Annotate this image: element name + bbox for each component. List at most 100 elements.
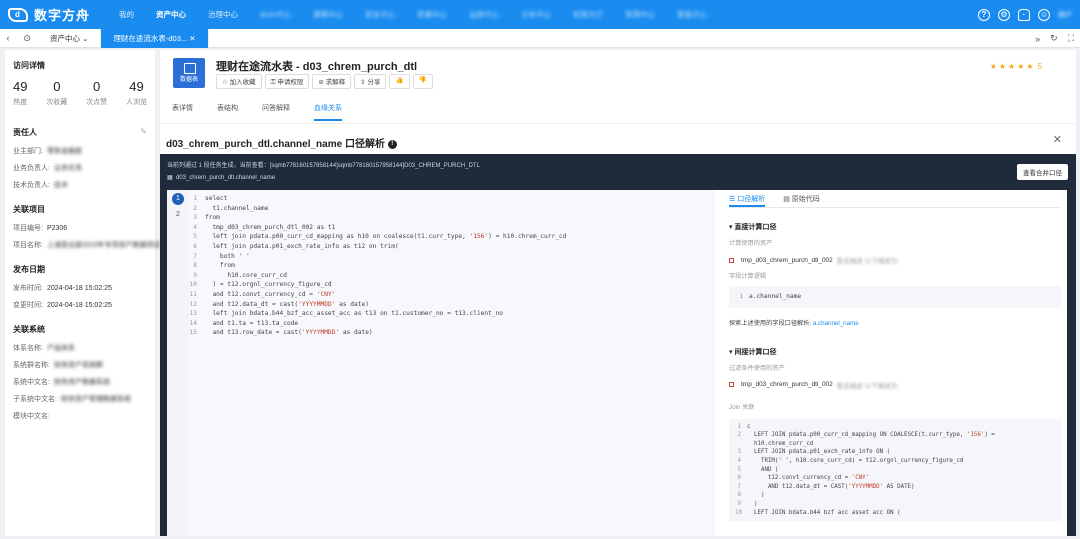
nav-item[interactable]: 资产中心: [145, 0, 197, 29]
tab-caliber-analysis[interactable]: ☰ 口径解析: [729, 194, 766, 207]
code-line: 8 from: [189, 261, 715, 271]
line-number: 11: [189, 290, 197, 298]
sql-code-view[interactable]: 1 select 2 t1.channel_name 3 from 4 tmp_d03_c…: [189, 190, 715, 536]
line-number: 10: [189, 281, 197, 289]
info-value: 业务负责: [53, 165, 82, 172]
code-line: 9 ): [735, 500, 1055, 509]
info-value: 上海营业部2023年专项资产数据项目: [46, 242, 161, 249]
line-number: [735, 440, 747, 449]
line-number: 1: [193, 195, 197, 202]
code-line: 3 LEFT JOIN pdata.p01_exch_rate_info ON …: [735, 448, 1055, 457]
logo-icon: d: [8, 7, 28, 22]
nav-item[interactable]: 质量中心: [406, 0, 458, 29]
indirect-caliber-title[interactable]: ▾ 间接计算口径: [729, 347, 1061, 357]
info-label: 模块中文名:: [13, 413, 50, 420]
user-icon[interactable]: ☺: [1038, 8, 1050, 21]
top-nav: d 数字方舟 我的 资产中心 治理中心 BI/AI中心 建模中心 研发中心 质量中心 运维中心…: [0, 0, 1080, 29]
code-line: 6 t12.convt_currency_cd = 'CNY': [735, 474, 1055, 483]
nav-item[interactable]: 权限大厅: [562, 0, 614, 29]
lineage-panel: d03_chrem_purch_dtl.channel_name 口径解析 ! …: [160, 124, 1076, 536]
join-code: 1c2 LEFT JOIN pdata.p00_curr_cd_mapping …: [729, 418, 1061, 522]
code-line: 8 ): [735, 491, 1055, 500]
code-line: 14 and t1.ta = t13.ta_code: [189, 319, 715, 329]
stat-item: 0 次收藏: [46, 79, 67, 107]
info-value: 产品体系: [46, 345, 75, 352]
owner-rows: 业主部门: 零售金融部 业务负责人: 业务负责 技术负责人: 技术: [13, 146, 147, 190]
indirect-asset-item[interactable]: tmp_d03_chrem_purch_dtl_002 暂无描述 以下描述为:: [729, 380, 1061, 390]
tab-qa[interactable]: 问答解释: [262, 103, 290, 121]
table-icon: 数据表: [173, 58, 205, 88]
column-path: ▦ d03_chrem_purch_dtl.channel_name: [167, 175, 276, 181]
tab-bar: ‹ ⊙ 资产中心 ⌄ 理财在途流水表-d03... ✕ » ↻ ⛶: [0, 28, 1080, 48]
direct-caliber-title[interactable]: ▾ 直接计算口径: [729, 222, 1061, 232]
nav-item[interactable]: 研发中心: [354, 0, 406, 29]
code-text: AND t12.data_dt = CAST('YYYYMMDD' AS DAT…: [747, 483, 915, 490]
line-number: 9: [193, 271, 197, 279]
tab-lineage[interactable]: 血缘关系: [314, 103, 342, 121]
line-number: 2: [737, 432, 742, 439]
asset-marker-icon: [729, 382, 734, 388]
home-icon[interactable]: ⊙: [16, 33, 38, 44]
info-row: 业主部门: 零售金融部: [13, 146, 147, 156]
edit-icon[interactable]: ✎: [140, 127, 147, 136]
request-explain-button[interactable]: ⊘ 求解释: [312, 74, 352, 89]
nav-item[interactable]: 智能中心: [666, 0, 718, 29]
nav-item[interactable]: 治理中心: [197, 0, 249, 29]
like-button[interactable]: 👍: [389, 74, 410, 89]
share-button[interactable]: ⇪ 分享: [354, 74, 387, 89]
task-info: 当前列通过 1 段任务生成，当前查看：[sqmb778160157958144]…: [167, 163, 480, 169]
join-label: Join 关联: [729, 403, 755, 411]
direct-asset-item[interactable]: tmp_d03_chrem_purch_dtl_002 暂无描述 以下描述为:: [729, 255, 1061, 265]
brand-logo[interactable]: d 数字方舟: [0, 5, 108, 24]
nav-item[interactable]: BI/AI中心: [249, 0, 302, 29]
code-line: 6 left join pdata.p01_exch_rate_info as …: [189, 242, 715, 252]
code-text: t1.channel_name: [205, 204, 269, 212]
tab-asset-detail[interactable]: 理财在途流水表-d03... ✕: [101, 28, 209, 48]
settings-icon[interactable]: ⚙: [998, 8, 1010, 21]
close-icon[interactable]: ✕: [189, 34, 195, 43]
tab-scroll-left-icon[interactable]: ‹: [0, 33, 16, 43]
add-favorite-button[interactable]: ☆ 加入收藏: [216, 74, 262, 89]
code-text: and t12.data_dt = cast('YYYYMMDD' as dat…: [205, 300, 369, 308]
system-title: 关联系统: [13, 325, 45, 334]
code-text: left join pdata.p01_exch_rate_info as t1…: [205, 242, 399, 250]
stat-label: 人浏览: [126, 99, 147, 106]
refresh-icon[interactable]: ↻: [1050, 33, 1058, 44]
nav-item[interactable]: 管理中心: [614, 0, 666, 29]
dislike-button[interactable]: 👎: [412, 74, 433, 89]
code-text: t12.convt_currency_cd = 'CNY': [747, 475, 870, 482]
explore-link[interactable]: a.channel_name: [813, 320, 859, 327]
view-merged-button[interactable]: 查看合并口径: [1017, 164, 1068, 180]
nav-item[interactable]: 分析中心: [510, 0, 562, 29]
tab-structure[interactable]: 表结构: [217, 103, 238, 121]
info-icon[interactable]: !: [387, 139, 397, 149]
stat-label: 次收藏: [46, 99, 68, 106]
info-value: 财务资产管理数据系统: [60, 396, 131, 403]
code-line: 10 ) = t12.orgnl_currency_figure_cd: [189, 280, 715, 290]
nav-item[interactable]: 运维中心: [458, 0, 510, 29]
nav-item[interactable]: 建模中心: [302, 0, 354, 29]
panel-close-icon[interactable]: ✕: [1053, 133, 1062, 146]
user-name[interactable]: 用户: [1058, 10, 1072, 20]
tab-detail[interactable]: 表详情: [172, 103, 193, 121]
project-rows: 项目编号: P2306 项目名称: 上海营业部2023年专项资产数据项目: [13, 223, 161, 250]
task-2-marker[interactable]: 2: [172, 209, 184, 221]
task-1-marker[interactable]: 1: [172, 193, 184, 205]
bell-icon[interactable]: ·: [1018, 8, 1030, 21]
nav-item[interactable]: 我的: [108, 0, 145, 29]
stat-value: 49: [13, 79, 28, 94]
tab-scroll-right-icon[interactable]: »: [1035, 34, 1040, 44]
publish-rows: 发布时间: 2024-04-18 15:02:25 变更时间: 2024-04-18 …: [13, 283, 147, 310]
help-icon[interactable]: ?: [978, 8, 990, 21]
code-text: ) = t12.orgnl_currency_figure_cd: [205, 281, 332, 289]
info-label: 项目编号:: [13, 225, 43, 232]
request-permission-button[interactable]: ⚿ 申请权限: [264, 74, 310, 89]
info-row: 体系名称: 产品体系: [13, 343, 147, 353]
tab-asset-center[interactable]: 资产中心 ⌄: [38, 28, 102, 48]
fullscreen-icon[interactable]: ⛶: [1068, 33, 1074, 44]
info-row: 技术负责人: 技术: [13, 180, 147, 190]
table-small-icon: ▦: [167, 175, 173, 181]
code-text: tmp_d03_chrem_purch_dtl_002 as t1: [205, 223, 336, 231]
asset-header: 数据表 理财在途流水表 - d03_chrem_purch_dtl ☆ 加入收藏…: [160, 50, 1076, 124]
tab-source-code[interactable]: ▤ 原始代码: [783, 194, 820, 207]
